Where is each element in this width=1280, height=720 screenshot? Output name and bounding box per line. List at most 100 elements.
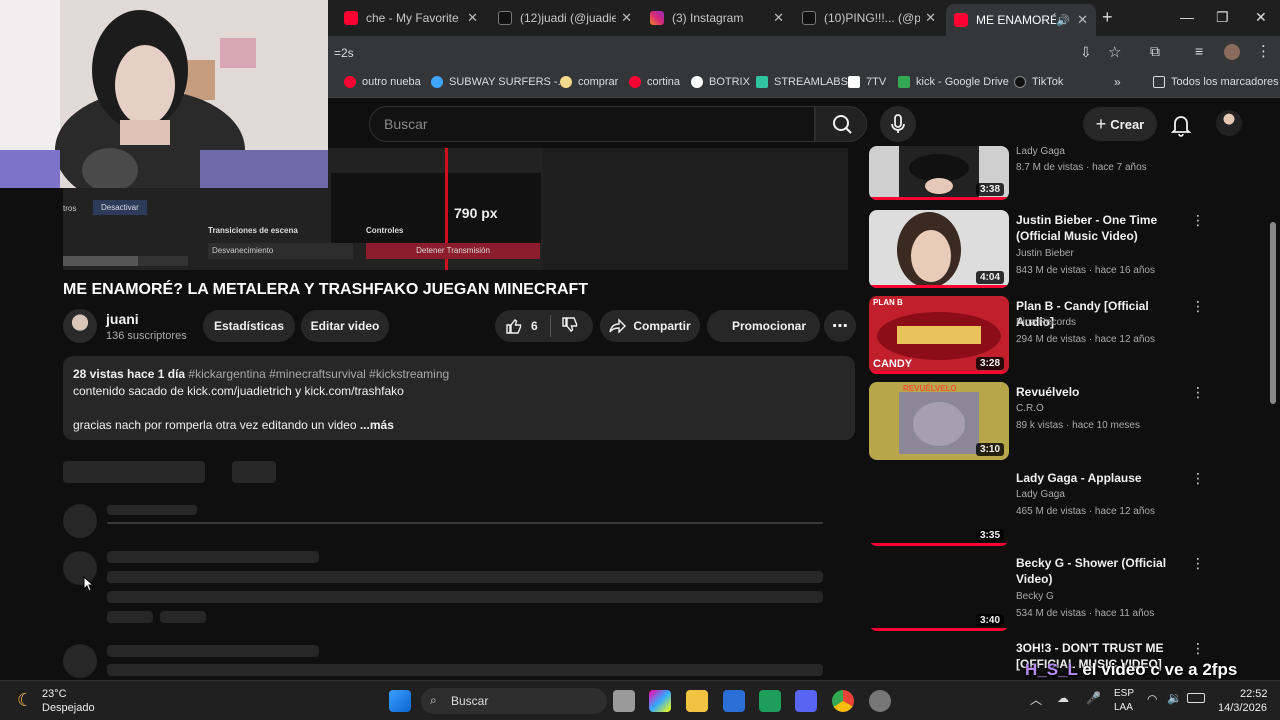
close-icon[interactable]: ✕	[925, 10, 936, 26]
profile-icon[interactable]	[1224, 44, 1240, 60]
more-options-icon[interactable]: ⋮	[1191, 298, 1205, 315]
description-box[interactable]: 28 vistas hace 1 día #kickargentina #min…	[63, 356, 855, 440]
botrix-icon	[691, 76, 703, 88]
more-options-icon[interactable]: ⋮	[1191, 212, 1205, 229]
dislike-button[interactable]	[551, 316, 579, 337]
mic-tray-icon[interactable]: 🎤	[1086, 691, 1101, 705]
search-input[interactable]: Buscar	[369, 106, 815, 142]
windows-start-icon[interactable]	[389, 690, 411, 712]
close-window-icon[interactable]: ✕	[1255, 9, 1267, 26]
menu-icon[interactable]: ⋮	[1256, 42, 1271, 60]
tab-4[interactable]: (10)PING!!!... (@ping ✕	[794, 6, 944, 30]
more-actions-button[interactable]: ⋯	[824, 310, 856, 342]
recommendation-item[interactable]: PLAN B CANDY 3:28 Plan B - Candy [Offici…	[869, 296, 1209, 374]
edit-video-button[interactable]: Editar video	[301, 310, 389, 342]
minimize-icon[interactable]: —	[1180, 9, 1194, 25]
recommendation-item[interactable]: REVUÉLVELO 3:10 Revuélvelo C.R.O 89 k vi…	[869, 382, 1209, 460]
channel-name[interactable]: juani	[106, 311, 139, 327]
bookmark-subway[interactable]: SUBWAY SURFERS -...	[431, 76, 567, 88]
taskbar-search[interactable]: ⌕ Buscar	[421, 688, 607, 714]
new-tab-icon[interactable]: +	[1102, 7, 1113, 28]
recommendation-item[interactable]: 3:35 Lady Gaga - Applause Lady Gaga 465 …	[869, 468, 1209, 546]
bookmark-label: SUBWAY SURFERS -...	[449, 76, 567, 88]
account-avatar[interactable]	[1216, 110, 1242, 136]
bookmark-kick-drive[interactable]: kick - Google Drive	[898, 76, 1009, 88]
media-icon[interactable]: ≡	[1195, 43, 1203, 59]
video-thumbnail[interactable]: 3:38	[869, 146, 1009, 200]
bookmark-botrix[interactable]: BOTRIX	[691, 76, 750, 88]
channel-name: Pina Records	[1016, 317, 1077, 328]
cloud-icon[interactable]: ☁	[1057, 691, 1069, 705]
wifi-icon[interactable]: ◠	[1147, 692, 1157, 706]
page-scrollbar[interactable]	[1268, 100, 1280, 680]
close-icon[interactable]: ✕	[621, 10, 632, 26]
battery-icon[interactable]	[1187, 693, 1205, 703]
bookmark-label: 7TV	[866, 76, 887, 88]
stats-button[interactable]: Estadísticas	[203, 310, 295, 342]
hashtags[interactable]: #kickargentina #minecraftsurvival #kicks…	[188, 367, 449, 381]
more-link[interactable]: ...más	[360, 418, 394, 432]
tab-2[interactable]: (12)juadi (@juadietri ✕	[490, 6, 640, 30]
bookmark-label: kick - Google Drive	[916, 76, 1009, 88]
video-thumbnail[interactable]: 3:40	[869, 553, 1009, 631]
clock-time[interactable]: 22:52	[1240, 688, 1268, 700]
px-label: 790 px	[454, 205, 498, 221]
chevron-right-icon[interactable]: »	[1114, 75, 1121, 89]
description-line-1: contenido sacado de kick.com/juadietrich…	[73, 384, 404, 398]
search-button[interactable]	[815, 106, 867, 142]
bookmark-comprar[interactable]: comprar	[560, 76, 618, 88]
video-thumbnail[interactable]: 4:04	[869, 210, 1009, 288]
install-icon[interactable]: ⇩	[1080, 44, 1092, 61]
close-icon[interactable]: ✕	[773, 10, 784, 26]
volume-icon[interactable]: 🔉	[1167, 691, 1182, 705]
windows-taskbar: ☾ 23°C Despejado ⌕ Buscar ︿ ☁ 🎤 ESP LAA …	[0, 680, 1280, 720]
copilot-icon[interactable]	[649, 690, 671, 712]
scrollbar-thumb[interactable]	[1270, 222, 1276, 404]
excel-icon[interactable]	[759, 690, 781, 712]
bookmark-all[interactable]: Todos los marcadores	[1153, 76, 1279, 88]
close-icon[interactable]: ✕	[1077, 12, 1088, 28]
weather-desc: Despejado	[42, 702, 95, 714]
bookmark-outro-nueba[interactable]: outro nueba	[344, 76, 421, 88]
recommendation-item[interactable]: 4:04 Justin Bieber - One Time (Official …	[869, 210, 1209, 288]
settings-icon[interactable]	[869, 690, 891, 712]
bookmark-streamlabs[interactable]: STREAMLABS	[756, 76, 848, 88]
task-view-icon[interactable]	[613, 690, 635, 712]
close-icon[interactable]: ✕	[467, 10, 478, 26]
discord-icon[interactable]	[795, 690, 817, 712]
tab-1[interactable]: che - My Favorite Co ✕	[336, 6, 486, 30]
share-button[interactable]: Compartir	[600, 310, 700, 342]
language-layout[interactable]: LAA	[1114, 702, 1133, 713]
video-thumbnail[interactable]: PLAN B CANDY 3:28	[869, 296, 1009, 374]
tab-3[interactable]: (3) Instagram ✕	[642, 6, 792, 30]
extensions-icon[interactable]: ⧉	[1150, 43, 1160, 60]
promote-button[interactable]: Promocionar	[707, 310, 820, 342]
chevron-up-icon[interactable]: ︿	[1030, 691, 1042, 708]
file-explorer-icon[interactable]	[686, 690, 708, 712]
chrome-icon[interactable]	[832, 690, 854, 712]
language-code[interactable]: ESP	[1114, 688, 1134, 699]
more-options-icon[interactable]: ⋮	[1191, 470, 1205, 487]
video-title: ME ENAMORÉ? LA METALERA Y TRASHFAKO JUEG…	[63, 281, 589, 298]
bookmark-cortina[interactable]: cortina	[629, 76, 680, 88]
recommendation-item[interactable]: 3:40 Becky G - Shower (Official Video) B…	[869, 553, 1209, 631]
recommendation-item[interactable]: 3:38 Lady Gaga 8.7 M de vistas · hace 7 …	[869, 124, 1209, 202]
video-thumbnail[interactable]: REVUÉLVELO 3:10	[869, 382, 1009, 460]
tab-active[interactable]: ME ENAMORÉ? L 🔊 ✕	[946, 4, 1096, 36]
more-options-icon[interactable]: ⋮	[1191, 555, 1205, 572]
more-options-icon[interactable]: ⋮	[1191, 384, 1205, 401]
maximize-icon[interactable]: ❐	[1216, 9, 1229, 26]
bookmark-tiktok[interactable]: TikTok	[1014, 76, 1063, 88]
description-line-2-wrap: gracias nach por romperla otra vez edita…	[73, 417, 845, 434]
star-icon[interactable]: ☆	[1108, 43, 1121, 61]
channel-avatar[interactable]	[63, 309, 97, 343]
like-button[interactable]: 6	[495, 317, 538, 335]
video-thumbnail[interactable]: 3:35	[869, 468, 1009, 546]
bookmark-label: comprar	[578, 76, 619, 88]
bookmark-7tv[interactable]: 7TV	[848, 76, 886, 88]
word-icon[interactable]	[723, 690, 745, 712]
more-options-icon[interactable]: ⋮	[1191, 640, 1205, 657]
skeleton-avatar	[63, 644, 97, 678]
url-field[interactable]: =2s	[330, 40, 1060, 66]
clock-date[interactable]: 14/3/2026	[1218, 702, 1267, 714]
